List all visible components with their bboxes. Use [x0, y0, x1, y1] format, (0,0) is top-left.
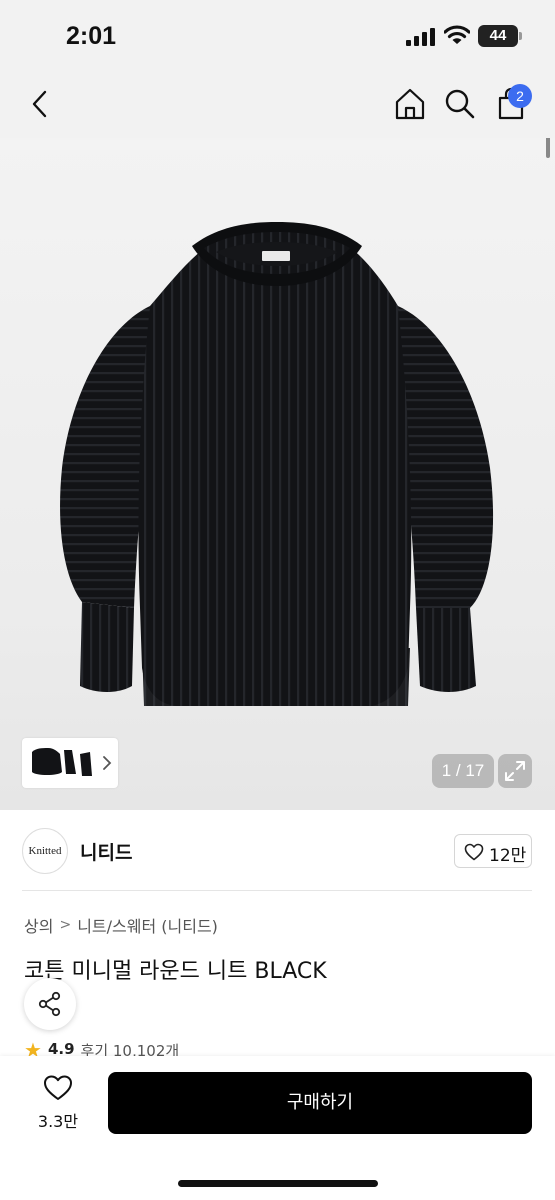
- search-button[interactable]: [442, 86, 478, 122]
- brand-logo[interactable]: Knitted: [22, 828, 68, 874]
- status-time: 2:01: [66, 22, 117, 50]
- cart-count-badge: 2: [508, 84, 532, 108]
- product-image-gallery[interactable]: 1 / 17: [0, 138, 555, 810]
- brand-row[interactable]: Knitted 니티드 12만: [0, 810, 555, 892]
- buy-button[interactable]: 구매하기: [108, 1072, 532, 1134]
- cellular-signal-icon: [406, 28, 436, 46]
- wishlist-count: 3.3만: [37, 1112, 79, 1131]
- top-navigation: [0, 70, 555, 138]
- battery-tip: [519, 32, 522, 40]
- wifi-icon: [444, 25, 470, 44]
- back-chevron-icon: [32, 90, 47, 118]
- chevron-right-icon: [103, 756, 112, 770]
- brand-like-button[interactable]: 12만: [454, 834, 532, 868]
- chevron-right-icon: >: [59, 917, 72, 933]
- brand-like-count: 12만: [489, 846, 527, 866]
- heart-icon: [464, 843, 484, 861]
- thumbnail-images: [32, 748, 92, 776]
- image-counter: 1 / 17: [432, 754, 494, 788]
- product-title: 코튼 미니멀 라운드 니트 BLACK: [24, 959, 327, 984]
- expand-button[interactable]: [498, 754, 532, 788]
- bottom-action-bar: 3.3만 구매하기: [0, 1056, 555, 1200]
- search-icon: [445, 89, 475, 119]
- heart-icon: [44, 1075, 72, 1100]
- brand-name[interactable]: 니티드: [80, 838, 132, 865]
- breadcrumb-category[interactable]: 상의: [24, 913, 53, 937]
- battery-level: 44: [478, 25, 518, 47]
- home-indicator: [178, 1180, 378, 1187]
- status-bar: 2:01 44: [0, 0, 555, 70]
- share-icon: [38, 991, 61, 1017]
- home-button[interactable]: [392, 86, 428, 122]
- sweater-photo: [60, 222, 494, 706]
- divider: [22, 890, 532, 891]
- breadcrumb: 상의 > 니트/스웨터 (니티드): [24, 913, 218, 937]
- back-button[interactable]: [24, 86, 58, 122]
- expand-icon: [505, 761, 525, 781]
- thumbnail-strip[interactable]: [22, 738, 118, 788]
- share-button[interactable]: [24, 978, 76, 1030]
- breadcrumb-subcategory[interactable]: 니트/스웨터 (니티드): [77, 913, 218, 937]
- home-icon: [395, 88, 425, 120]
- wishlist-button[interactable]: 3.3만: [30, 1074, 86, 1136]
